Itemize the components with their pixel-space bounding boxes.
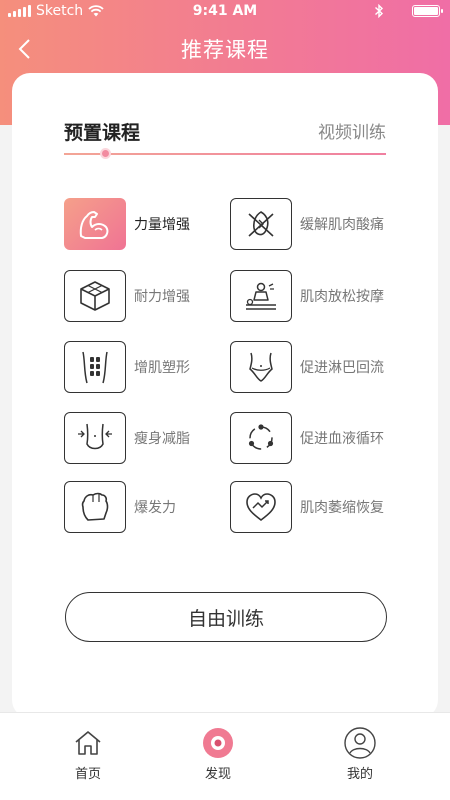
tab-preset-courses[interactable]: 预置课程	[64, 118, 140, 145]
tab-home[interactable]: 首页	[48, 727, 128, 782]
flexed-arm-icon	[64, 198, 126, 250]
waist-slim-icon	[64, 412, 126, 464]
course-relieve-soreness[interactable]: 缓解肌肉酸痛	[230, 198, 384, 250]
profile-icon	[344, 727, 376, 759]
course-label: 肌肉萎缩恢复	[300, 500, 384, 516]
course-label: 增肌塑形	[134, 360, 190, 376]
battery-icon	[412, 5, 443, 17]
sore-muscle-icon	[230, 198, 292, 250]
status-right	[374, 4, 443, 18]
abs-icon	[64, 341, 126, 393]
home-icon	[72, 727, 104, 759]
course-label: 肌肉放松按摩	[300, 289, 384, 305]
free-training-button[interactable]: 自由训练	[65, 592, 387, 642]
massage-icon	[230, 270, 292, 322]
course-lymph-drainage[interactable]: 促进淋巴回流	[230, 341, 384, 393]
bluetooth-icon	[375, 4, 384, 18]
course-label: 缓解肌肉酸痛	[300, 217, 384, 233]
discover-icon	[202, 727, 234, 759]
bottom-tab-bar: 首页 发现 我的	[0, 712, 450, 800]
course-explosive-power[interactable]: 爆发力	[64, 481, 176, 533]
tab-label: 发现	[204, 767, 231, 782]
course-muscle-massage[interactable]: 肌肉放松按摩	[230, 270, 384, 322]
course-card: 预置课程 视频训练 力量增强 缓解肌肉酸痛 耐力增强 肌肉放松按摩 增肌塑形 促…	[12, 73, 438, 718]
fist-icon	[64, 481, 126, 533]
circulation-icon	[230, 412, 292, 464]
course-muscle-shaping[interactable]: 增肌塑形	[64, 341, 190, 393]
tab-discover[interactable]: 发现	[178, 727, 258, 782]
course-strength[interactable]: 力量增强	[64, 198, 190, 250]
cube-icon	[64, 270, 126, 322]
course-endurance[interactable]: 耐力增强	[64, 270, 190, 322]
tab-profile[interactable]: 我的	[320, 727, 400, 782]
page-title: 推荐课程	[181, 38, 269, 62]
course-label: 力量增强	[134, 217, 190, 233]
tab-label: 首页	[74, 767, 101, 782]
tab-underline	[64, 153, 386, 155]
heart-recovery-icon	[230, 481, 292, 533]
pelvis-icon	[230, 341, 292, 393]
course-label: 耐力增强	[134, 289, 190, 305]
course-blood-circulation[interactable]: 促进血液循环	[230, 412, 384, 464]
tab-indicator-dot	[100, 148, 111, 159]
tab-video-training[interactable]: 视频训练	[318, 118, 386, 143]
status-bar: Sketch 9:41 AM	[0, 0, 450, 24]
battery-level	[414, 7, 438, 15]
course-slimming[interactable]: 瘦身减脂	[64, 412, 190, 464]
course-label: 促进血液循环	[300, 431, 384, 447]
course-atrophy-recovery[interactable]: 肌肉萎缩恢复	[230, 481, 384, 533]
course-label: 促进淋巴回流	[300, 360, 384, 376]
course-label: 爆发力	[134, 500, 176, 516]
course-label: 瘦身减脂	[134, 431, 190, 447]
tab-label: 我的	[346, 767, 373, 782]
